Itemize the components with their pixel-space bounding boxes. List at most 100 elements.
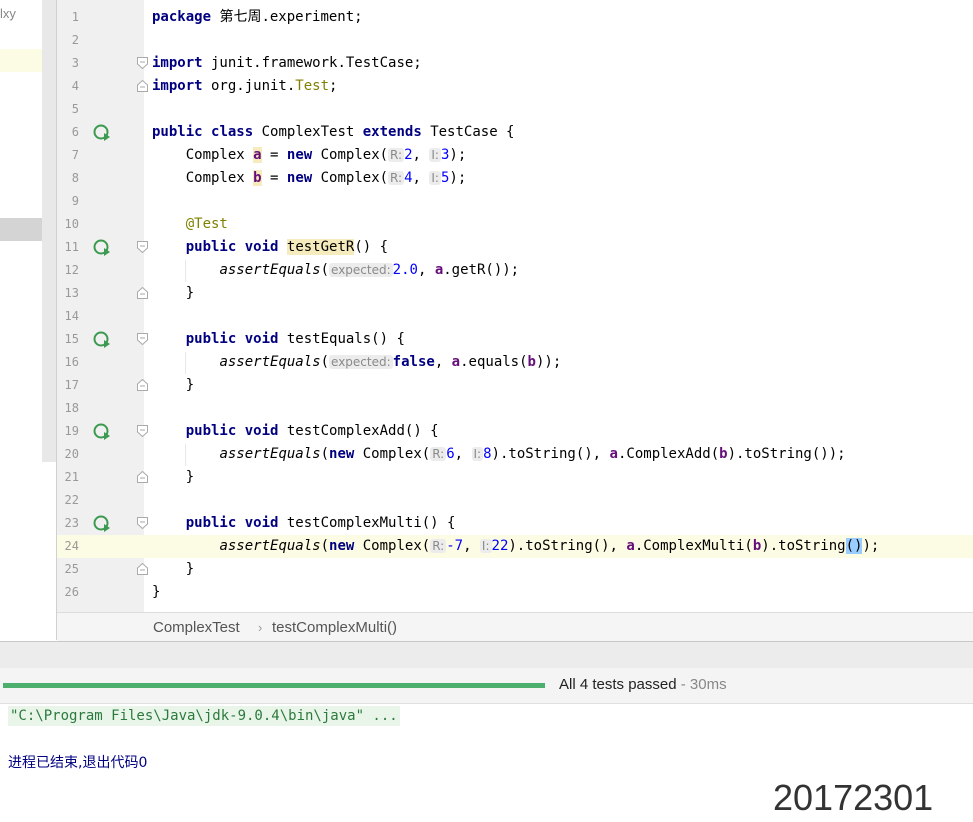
code-line-18: 18 (57, 397, 973, 420)
fold-open-icon[interactable] (137, 241, 148, 253)
code-text: } (185, 469, 195, 485)
code-text: assertEquals(expected: false, a.equals(b)… (219, 354, 562, 370)
line-number: 4 (71, 79, 79, 93)
code-text: import org.junit.Test; (152, 78, 338, 94)
line-number: 8 (71, 171, 79, 185)
code-text: } (185, 561, 195, 577)
code-text: import junit.framework.TestCase; (152, 55, 422, 71)
code-text: public void testEquals() { (185, 331, 405, 347)
code-line-7: 7 Complex a = new Complex(R: 2, I: 3); (57, 144, 973, 167)
code-line-2: 2 (57, 29, 973, 52)
code-text: @Test (185, 216, 228, 232)
line-number: 2 (71, 33, 79, 47)
code-text: Complex b = new Complex(R: 4, I: 5); (185, 170, 467, 186)
line-number: 24 (64, 539, 79, 553)
breadcrumb-class[interactable]: ComplexTest (153, 613, 240, 642)
fold-open-icon[interactable] (137, 333, 148, 345)
console-output[interactable]: "C:\Program Files\Java\jdk-9.0.4\bin\jav… (0, 704, 973, 822)
line-number: 3 (71, 56, 79, 70)
breadcrumb-method[interactable]: testComplexMulti() (272, 613, 397, 642)
run-test-icon[interactable] (93, 331, 111, 349)
code-text: public void testComplexMulti() { (185, 515, 456, 531)
code-line-5: 5 (57, 98, 973, 121)
code-line-12: 12 assertEquals(expected: 2.0, a.getR()); (57, 259, 973, 282)
line-number: 11 (64, 240, 79, 254)
test-duration: - 30ms (676, 676, 727, 693)
run-test-icon[interactable] (93, 124, 111, 142)
fold-open-icon[interactable] (137, 425, 148, 437)
code-line-24: 24 assertEquals(new Complex(R: -7, I: 22).… (57, 535, 973, 558)
line-number: 17 (64, 378, 79, 392)
run-toolbar (0, 641, 973, 669)
code-text: package 第七周.experiment; (152, 9, 363, 25)
line-number: 10 (64, 217, 79, 231)
code-line-16: 16 assertEquals(expected: false, a.equals… (57, 351, 973, 374)
line-number: 9 (71, 194, 79, 208)
ide-window: lxy 1 package 第七周.experiment; 2 3 import… (0, 0, 973, 822)
line-number: 6 (71, 125, 79, 139)
code-line-20: 20 assertEquals(new Complex(R: 6, I: 8).to… (57, 443, 973, 466)
fold-open-icon[interactable] (137, 57, 148, 69)
fold-open-icon[interactable] (137, 517, 148, 529)
code-line-8: 8 Complex b = new Complex(R: 4, I: 5); (57, 167, 973, 190)
breadcrumb: ComplexTest › testComplexMulti() (57, 612, 973, 642)
code-text: assertEquals(new Complex(R: -7, I: 22).toS… (219, 538, 880, 554)
fold-close-icon[interactable] (137, 379, 148, 391)
test-status-bar: All 4 tests passed - 30ms (0, 668, 973, 704)
code-line-6: 6 public class ComplexTest extends TestC… (57, 121, 973, 144)
line-number: 19 (64, 424, 79, 438)
code-line-15: 15 public void testEquals() { (57, 328, 973, 351)
code-line-25: 25 } (57, 558, 973, 581)
code-text: assertEquals(new Complex(R: 6, I: 8).toStr… (219, 446, 846, 462)
code-line-4: 4 import org.junit.Test; (57, 75, 973, 98)
line-number: 12 (64, 263, 79, 277)
code-line-13: 13 } (57, 282, 973, 305)
code-line-22: 22 (57, 489, 973, 512)
fold-close-icon[interactable] (137, 471, 148, 483)
code-line-3: 3 import junit.framework.TestCase; (57, 52, 973, 75)
code-line-14: 14 (57, 305, 973, 328)
console-exit-message: 进程已结束,退出代码0 (8, 755, 148, 771)
line-number: 20 (64, 447, 79, 461)
test-status-label: All 4 tests passed (559, 676, 677, 693)
run-test-icon[interactable] (93, 423, 111, 441)
run-test-icon[interactable] (93, 515, 111, 533)
code-text: assertEquals(expected: 2.0, a.getR()); (219, 262, 520, 278)
code-text: Complex a = new Complex(R: 2, I: 3); (185, 147, 467, 163)
line-number: 13 (64, 286, 79, 300)
line-number: 1 (71, 10, 79, 24)
line-number: 7 (71, 148, 79, 162)
line-number: 5 (71, 102, 79, 116)
code-line-26: 26 } (57, 581, 973, 604)
line-number: 14 (64, 309, 79, 323)
code-line-10: 10 @Test (57, 213, 973, 236)
line-number: 23 (64, 516, 79, 530)
code-text: } (152, 584, 161, 600)
line-number: 16 (64, 355, 79, 369)
matched-brace: () (845, 538, 863, 554)
code-text: } (185, 377, 195, 393)
run-test-icon[interactable] (93, 239, 111, 257)
code-text: public void testGetR() { (185, 239, 389, 255)
code-line-17: 17 } (57, 374, 973, 397)
code-line-1: 1 package 第七周.experiment; (57, 6, 973, 29)
code-line-11: 11 public void testGetR() { (57, 236, 973, 259)
code-text: } (185, 285, 195, 301)
line-number: 22 (64, 493, 79, 507)
line-number: 25 (64, 562, 79, 576)
fold-close-icon[interactable] (137, 287, 148, 299)
project-label: lxy (0, 6, 16, 21)
fold-close-icon[interactable] (137, 80, 148, 92)
project-panel[interactable]: lxy (0, 0, 57, 640)
test-progress-bar (3, 683, 545, 688)
code-line-21: 21 } (57, 466, 973, 489)
line-number: 21 (64, 470, 79, 484)
fold-close-icon[interactable] (137, 563, 148, 575)
line-number: 26 (64, 585, 79, 599)
breadcrumb-separator-icon: › (258, 620, 263, 635)
project-scrollbar[interactable] (42, 0, 56, 462)
code-line-19: 19 public void testComplexAdd() { (57, 420, 973, 443)
console-command-line[interactable]: "C:\Program Files\Java\jdk-9.0.4\bin\jav… (8, 706, 400, 726)
code-line-9: 9 (57, 190, 973, 213)
line-number: 15 (64, 332, 79, 346)
